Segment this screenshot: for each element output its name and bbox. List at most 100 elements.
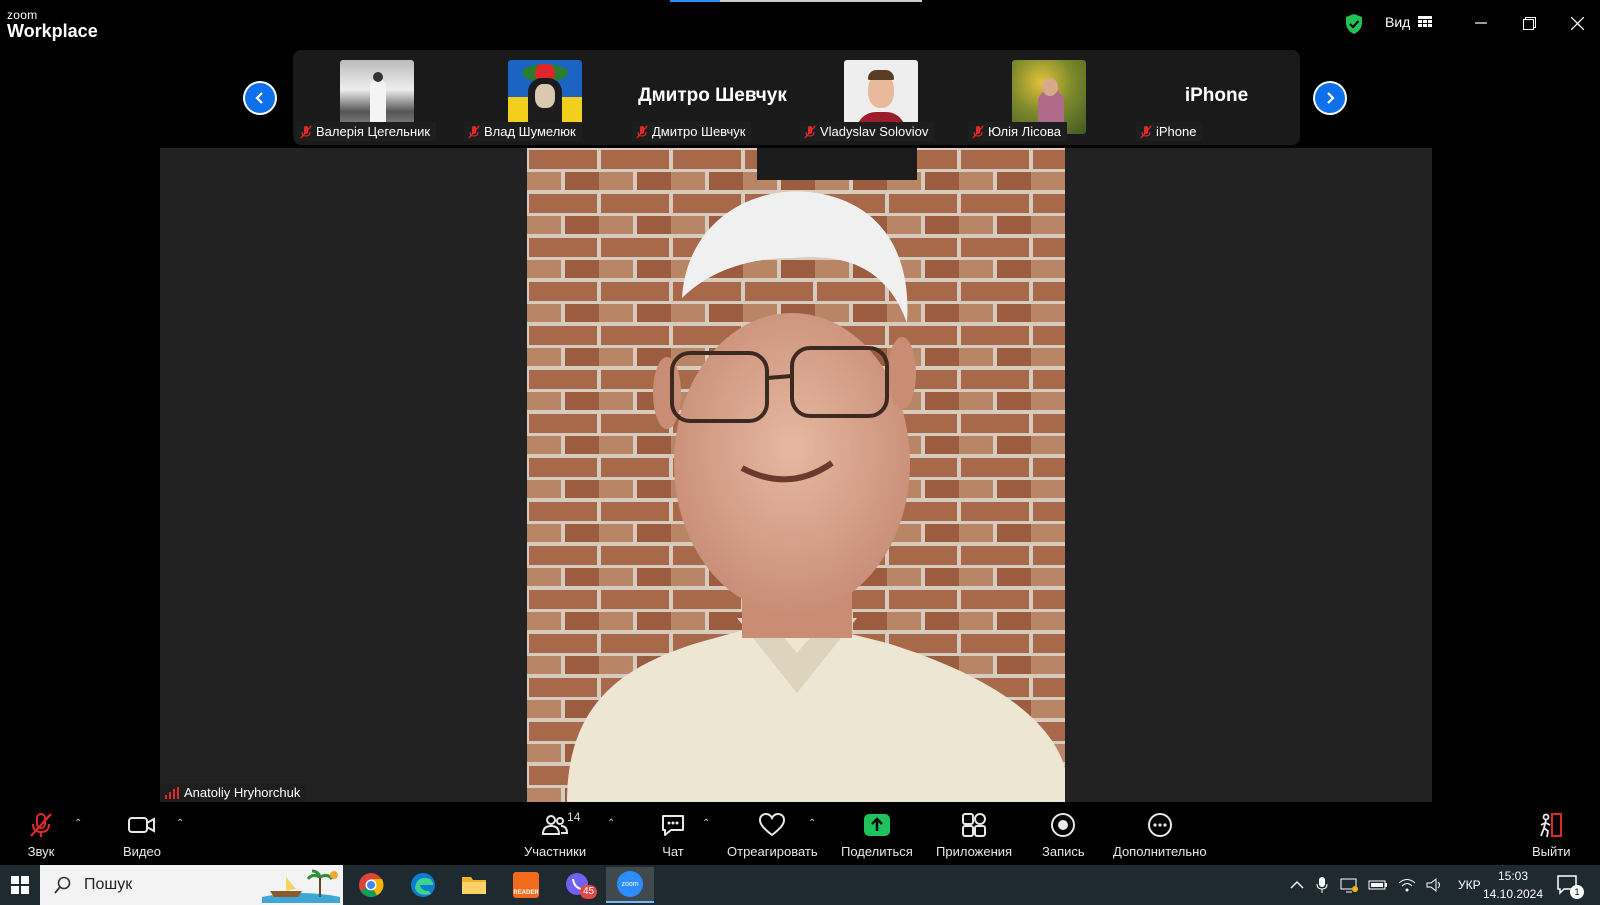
participant-name-tag: Vladyslav Soloviov: [800, 122, 935, 141]
meeting-toolbar: Звук Видео 14 Участники Чат Отреагироват…: [0, 802, 1600, 865]
video-label: Видео: [123, 844, 161, 859]
view-button[interactable]: Вид: [1385, 14, 1433, 30]
chrome-icon: [359, 873, 384, 898]
more-button[interactable]: Дополнительно: [1113, 810, 1207, 859]
restore-icon[interactable]: [1516, 10, 1542, 36]
leave-button[interactable]: Выйти: [1532, 810, 1571, 859]
microphone-icon[interactable]: [1316, 877, 1328, 893]
participant-name-tag: Влад Шумелюк: [464, 122, 582, 141]
zoom-logo: zoom Workplace: [7, 9, 98, 40]
clock-time: 15:03: [1497, 869, 1529, 883]
participant-name: Юлія Лісова: [988, 124, 1061, 139]
notification-count: 1: [1570, 885, 1584, 899]
file-explorer-app[interactable]: [450, 867, 498, 903]
participant-tile[interactable]: Vladyslav Soloviov: [797, 50, 964, 145]
beach-boat-illustration-icon: [262, 869, 340, 903]
security-shield-icon[interactable]: [1343, 13, 1365, 35]
speaker-name-tag: Anatoliy Hryhorchuk: [161, 783, 307, 802]
edge-icon: [411, 873, 435, 897]
chevron-right-icon: [1327, 92, 1335, 104]
participants-icon: [542, 815, 569, 835]
chat-options-caret[interactable]: ⌃: [702, 818, 710, 829]
view-label: Вид: [1385, 14, 1411, 30]
leave-door-icon: [1540, 813, 1563, 838]
edge-app[interactable]: [399, 867, 447, 903]
react-options-caret[interactable]: ⌃: [808, 818, 816, 829]
minimize-icon[interactable]: [1468, 10, 1494, 36]
apps-label: Приложения: [936, 844, 1013, 859]
chat-button[interactable]: Чат: [659, 810, 687, 859]
battery-icon[interactable]: [1368, 879, 1388, 891]
participant-name-tag: Юлія Лісова: [968, 122, 1067, 141]
system-tray: УКР: [1290, 865, 1481, 905]
drag-indicator[interactable]: [670, 0, 922, 2]
title-bar: zoom Workplace Вид: [0, 0, 1600, 46]
monitor-icon[interactable]: [1340, 877, 1358, 893]
windows-taskbar: Пошук READER 45 zoom УКР 15:03 14.10.202…: [0, 865, 1600, 905]
participants-options-caret[interactable]: ⌃: [607, 818, 615, 829]
mic-off-icon: [1140, 125, 1152, 138]
participant-tile[interactable]: Дмитро Шевчук Дмитро Шевчук: [629, 50, 796, 145]
windows-logo-icon: [11, 876, 29, 894]
audio-options-caret[interactable]: ⌃: [74, 818, 82, 829]
prev-page-button[interactable]: [243, 81, 277, 115]
participant-tile[interactable]: Юлія Лісова: [965, 50, 1132, 145]
record-label: Запись: [1042, 844, 1085, 859]
audio-button[interactable]: Звук: [27, 810, 55, 859]
record-icon: [1051, 813, 1076, 837]
leave-label: Выйти: [1532, 844, 1571, 859]
clock-date: 14.10.2024: [1482, 887, 1544, 901]
signal-strength-icon: [165, 786, 179, 799]
chevron-up-icon[interactable]: [1290, 880, 1304, 890]
chat-bubble-icon: [662, 815, 684, 836]
apps-icon: [962, 813, 987, 837]
participants-button[interactable]: 14 Участники: [524, 810, 586, 859]
participant-tile[interactable]: Влад Шумелюк: [461, 50, 628, 145]
participant-name: iPhone: [1156, 124, 1197, 139]
grid-view-icon: [1418, 16, 1433, 27]
participants-count: 14: [567, 810, 581, 824]
logo-big-text: Workplace: [7, 21, 98, 41]
volume-icon[interactable]: [1426, 878, 1444, 892]
logo-small-text: zoom: [7, 8, 38, 22]
record-button[interactable]: Запись: [1042, 810, 1085, 859]
participant-name: Влад Шумелюк: [484, 124, 576, 139]
windows-start-button[interactable]: [0, 865, 40, 905]
wifi-icon[interactable]: [1398, 878, 1416, 892]
search-icon: [54, 876, 71, 894]
notification-center-button[interactable]: 1: [1556, 873, 1584, 902]
next-page-button[interactable]: [1313, 81, 1347, 115]
video-options-caret[interactable]: ⌃: [176, 818, 184, 829]
react-label: Отреагировать: [727, 844, 818, 859]
close-icon[interactable]: [1564, 10, 1590, 36]
participant-name-tag: Дмитро Шевчук: [632, 122, 752, 141]
share-label: Поделиться: [841, 844, 913, 859]
participant-name: Валерія Цегельник: [316, 124, 431, 139]
folder-icon: [462, 877, 486, 894]
mic-off-icon: [972, 125, 984, 138]
reader-app[interactable]: READER: [502, 867, 550, 903]
share-button[interactable]: Поделиться: [841, 810, 913, 859]
video-button[interactable]: Видео: [123, 810, 161, 859]
participant-tile[interactable]: Валерія Цегельник: [293, 50, 460, 145]
chat-label: Чат: [662, 844, 684, 859]
taskbar-search-box[interactable]: Пошук: [40, 865, 343, 905]
speaker-video: [527, 148, 1065, 802]
react-button[interactable]: Отреагировать: [727, 810, 818, 859]
video-camera-icon: [127, 817, 155, 833]
participants-label: Участники: [524, 844, 587, 859]
more-label: Дополнительно: [1113, 844, 1207, 859]
mic-off-icon: [636, 125, 648, 138]
taskbar-clock[interactable]: 15:03 14.10.2024: [1473, 867, 1553, 903]
participant-tile[interactable]: iPhone iPhone: [1133, 50, 1300, 145]
participant-name: Vladyslav Soloviov: [820, 124, 929, 139]
viber-app[interactable]: 45: [554, 867, 602, 903]
zoom-app[interactable]: zoom: [606, 867, 654, 903]
mic-muted-icon: [30, 813, 52, 837]
apps-button[interactable]: Приложения: [936, 810, 1012, 859]
mic-off-icon: [300, 125, 312, 138]
more-dots-icon: [1147, 813, 1172, 837]
chrome-app[interactable]: [347, 867, 395, 903]
mic-off-icon: [468, 125, 480, 138]
share-screen-icon: [863, 814, 890, 836]
